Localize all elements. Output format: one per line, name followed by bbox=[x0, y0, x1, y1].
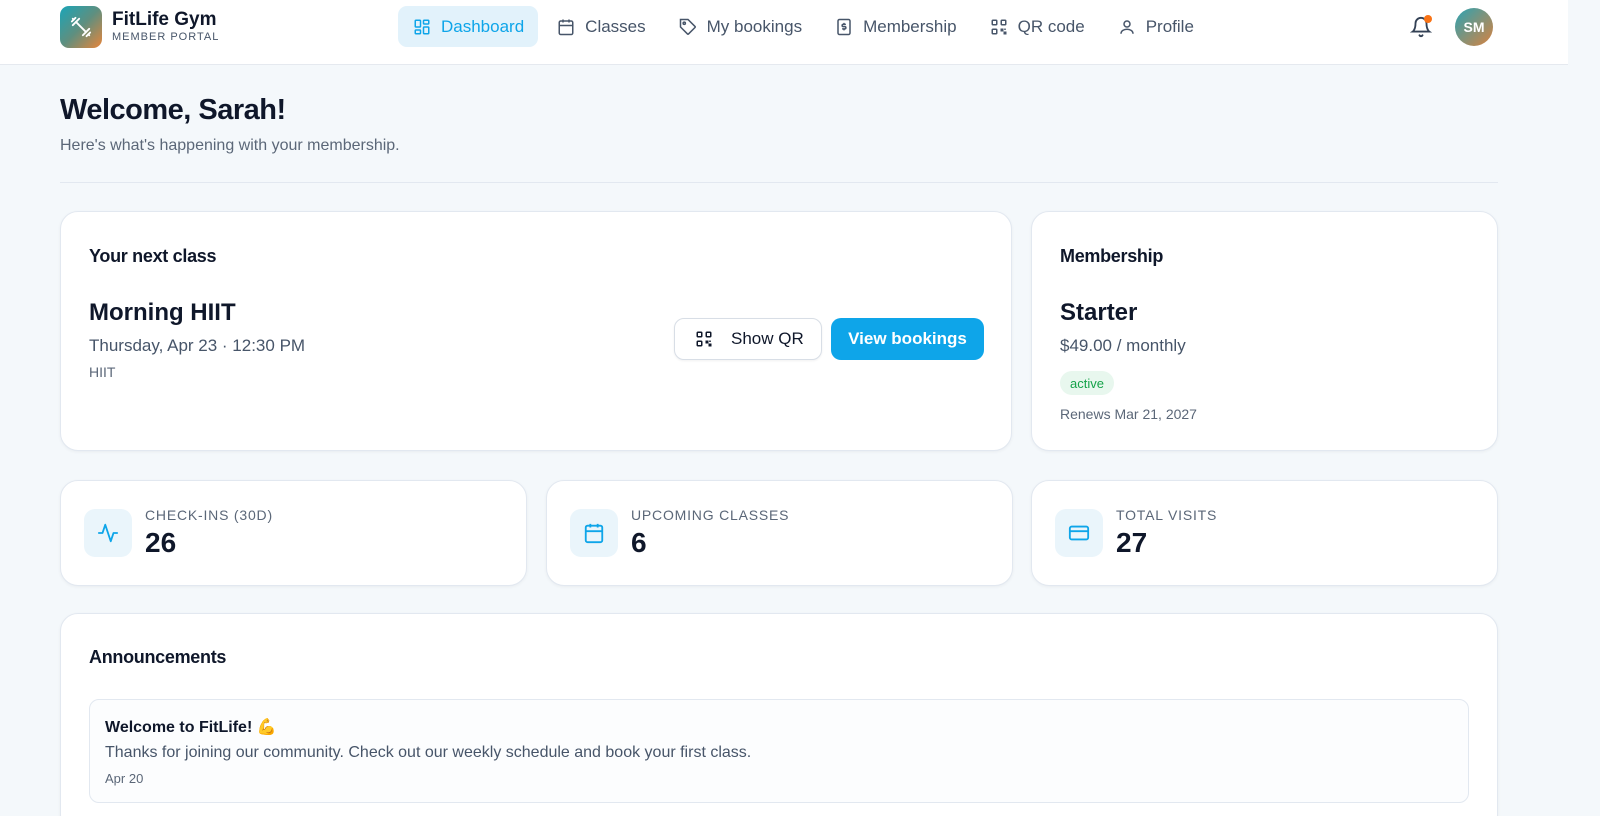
page-subtitle: Here's what's happening with your member… bbox=[60, 137, 400, 154]
nav-item-membership[interactable]: Membership bbox=[820, 6, 971, 47]
nav-item-dashboard[interactable]: Dashboard bbox=[398, 6, 539, 47]
brand-name: FitLife Gym bbox=[112, 9, 217, 30]
card-heading: Your next class bbox=[89, 246, 217, 266]
announcement-title: Welcome to FitLife! 💪 bbox=[105, 719, 277, 736]
stat-value: 27 bbox=[1116, 527, 1148, 558]
nav-label: Classes bbox=[585, 16, 646, 36]
main-nav: Dashboard Classes My bookings Membership… bbox=[398, 6, 1212, 47]
class-name: Morning HIIT bbox=[89, 299, 236, 326]
brand-subtitle: MEMBER PORTAL bbox=[112, 31, 220, 43]
nav-item-classes[interactable]: Classes bbox=[542, 6, 659, 47]
qr-code-icon bbox=[991, 19, 1007, 34]
dumbbell-icon bbox=[60, 6, 102, 48]
nav-label: My bookings bbox=[706, 16, 803, 36]
card-heading: Announcements bbox=[89, 647, 227, 667]
class-datetime: Thursday, Apr 23 · 12:30 PM bbox=[89, 336, 306, 355]
brand-logo[interactable]: FitLife Gym MEMBER PORTAL bbox=[60, 6, 219, 48]
credit-card-icon bbox=[1055, 509, 1103, 557]
dashboard-icon bbox=[414, 19, 430, 34]
stat-label: CHECK-INS (30D) bbox=[145, 507, 273, 523]
calendar-icon bbox=[558, 19, 574, 35]
nav-item-my-bookings[interactable]: My bookings bbox=[664, 6, 816, 47]
nav-item-profile[interactable]: Profile bbox=[1103, 6, 1208, 47]
stat-card-total-visits: TOTAL VISITS 27 bbox=[1031, 480, 1498, 586]
nav-item-qr-code[interactable]: QR code bbox=[975, 6, 1099, 47]
renewal-date: Renews Mar 21, 2027 bbox=[1060, 406, 1197, 422]
stat-label: UPCOMING CLASSES bbox=[631, 507, 790, 523]
top-navigation-bar: FitLife Gym MEMBER PORTAL Dashboard Clas… bbox=[0, 0, 1568, 65]
page-title: Welcome, Sarah! bbox=[60, 94, 286, 126]
avatar[interactable]: SM bbox=[1455, 8, 1493, 46]
activity-icon bbox=[84, 509, 132, 557]
announcement-item[interactable]: Welcome to FitLife! 💪 Thanks for joining… bbox=[89, 699, 1469, 803]
announcements-card: Announcements Welcome to FitLife! 💪 Than… bbox=[60, 613, 1498, 816]
class-type: HIIT bbox=[89, 364, 116, 380]
announcement-body: Thanks for joining our community. Check … bbox=[105, 744, 752, 761]
nav-label: Membership bbox=[863, 16, 957, 36]
stat-value: 26 bbox=[145, 527, 177, 558]
show-qr-label: Show QR bbox=[731, 329, 804, 348]
view-bookings-button[interactable]: View bookings bbox=[831, 318, 984, 360]
nav-label: Dashboard bbox=[441, 16, 525, 36]
stat-card-check-ins: CHECK-INS (30D) 26 bbox=[60, 480, 527, 586]
show-qr-button[interactable]: Show QR bbox=[674, 318, 822, 360]
next-class-card: Your next class Morning HIIT Thursday, A… bbox=[60, 211, 1012, 451]
stat-card-upcoming-classes: UPCOMING CLASSES 6 bbox=[546, 480, 1013, 586]
calendar-icon bbox=[570, 509, 618, 557]
announcement-date: Apr 20 bbox=[105, 771, 144, 786]
plan-name: Starter bbox=[1060, 299, 1138, 326]
nav-label: Profile bbox=[1145, 16, 1194, 36]
stat-label: TOTAL VISITS bbox=[1116, 507, 1218, 523]
header-divider bbox=[60, 182, 1498, 183]
tag-icon bbox=[679, 18, 696, 35]
qr-code-icon bbox=[696, 331, 712, 347]
dollar-receipt-icon bbox=[837, 18, 851, 35]
plan-price: $49.00 / monthly bbox=[1060, 336, 1186, 355]
user-icon bbox=[1119, 19, 1134, 34]
membership-card: Membership Starter $49.00 / monthly acti… bbox=[1031, 211, 1498, 451]
status-badge: active bbox=[1060, 371, 1114, 395]
nav-label: QR code bbox=[1017, 16, 1085, 36]
card-heading: Membership bbox=[1060, 246, 1164, 266]
stat-value: 6 bbox=[631, 527, 647, 558]
notification-dot bbox=[1424, 15, 1432, 23]
